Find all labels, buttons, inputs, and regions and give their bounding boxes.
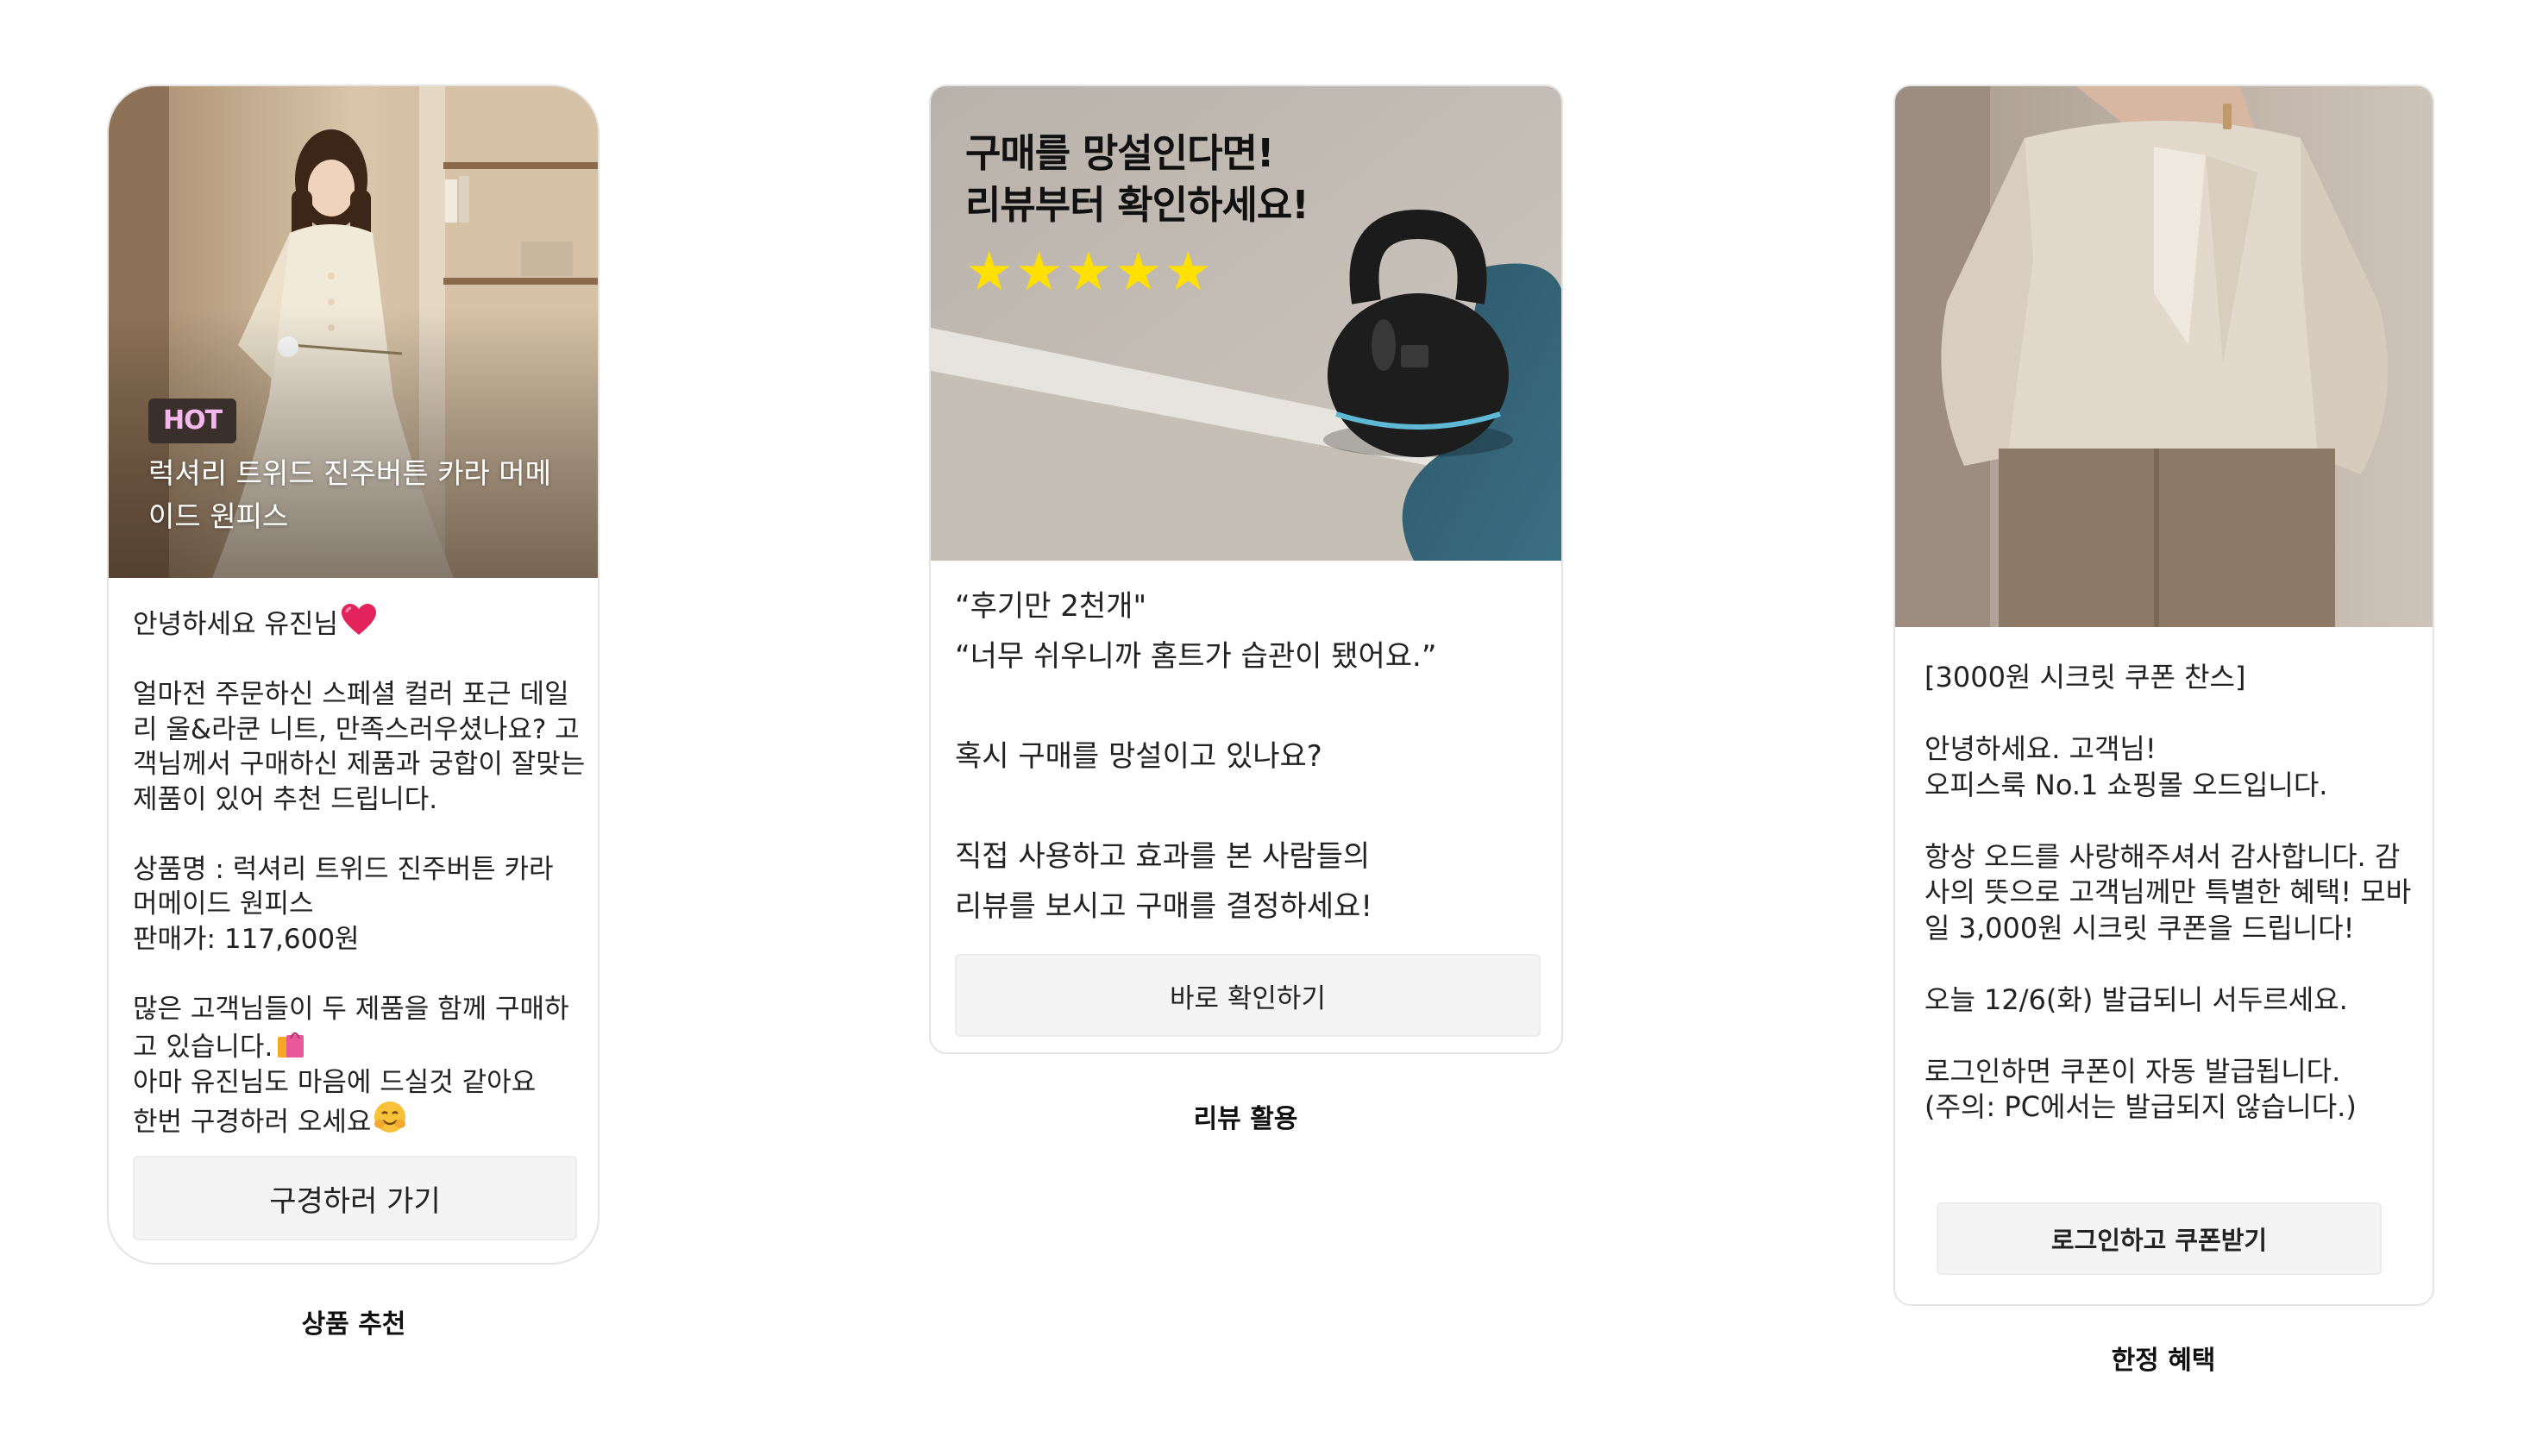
pc-notice-line: (주의: PC에서는 발급되지 않습니다.) [1924, 1090, 2357, 1123]
rating-stars-icon: ★★★★★ [965, 240, 1214, 303]
greeting-text: 안녕하세요 유진님 [133, 609, 339, 640]
auto-issue-line: 로그인하면 쿠폰이 자동 발급됩니다. [1924, 1054, 2341, 1088]
browse-button[interactable]: 구경하러 가기 [133, 1156, 577, 1240]
question-text: 혹시 구매를 망설이고 있나요? [955, 739, 1322, 774]
greeting-line: 안녕하세요. 고객님! [1924, 732, 2157, 765]
quote-habit: “너무 쉬우니까 홈트가 습관이 됐어요.” [955, 639, 1437, 674]
heart-emoji-icon [342, 604, 377, 635]
blouse-photo-icon [1895, 86, 2433, 627]
product-image-woman-dress[interactable]: HOT 럭셔리 트위드 진주버튼 카라 머메이드 원피스 [109, 86, 598, 578]
caption-limited-benefit: 한정 혜택 [2111, 1346, 2216, 1376]
thanks-paragraph: 항상 오드를 사랑해주셔서 감사합니다. 감사의 뜻으로 고객님께만 특별한 혜… [1924, 839, 2412, 945]
shop-intro-line: 오피스룩 No.1 쇼핑몰 오드입니다. [1924, 768, 2328, 801]
recommend-text: 아마 유진님도 마음에 드실것 같아요 [133, 1066, 537, 1098]
coupon-message-body: [3000원 시크릿 쿠폰 찬스] 안녕하세요. 고객님! 오피스룩 No.1 … [1924, 660, 2416, 1126]
coupon-image-blouse[interactable] [1895, 86, 2433, 627]
paragraph-purchase-followup: 얼마전 주문하신 스페셜 컬러 포근 데일리 울&라쿤 니트, 만족스러우셨나요… [133, 679, 586, 815]
caption-product-recommendation: 상품 추천 [301, 1309, 406, 1340]
quote-review-count: “후기만 2천개" [955, 589, 1147, 624]
overlay-line2: 리뷰부터 확인하세요! [965, 182, 1309, 228]
smiling-face-emoji-icon [374, 1101, 406, 1133]
visit-text: 한번 구경하러 오세요 [133, 1107, 372, 1138]
review-image-kettlebell[interactable]: 구매를 망설인다면! 리뷰부터 확인하세요! ★★★★★ [931, 86, 1561, 561]
login-get-coupon-button[interactable]: 로그인하고 쿠폰받기 [1937, 1202, 2382, 1275]
check-now-button[interactable]: 바로 확인하기 [955, 954, 1541, 1037]
product-recommendation-card: HOT 럭셔리 트위드 진주버튼 카라 머메이드 원피스 안녕하세요 유진님 얼… [107, 85, 600, 1265]
product-name-text: 상품명 : 럭셔리 트위드 진주버튼 카라 머메이드 원피스 [133, 853, 554, 920]
limited-benefit-card: [3000원 시크릿 쿠폰 찬스] 안녕하세요. 고객님! 오피스룩 No.1 … [1893, 85, 2434, 1306]
issue-date-line: 오늘 12/6(화) 발급되니 서두르세요. [1924, 982, 2348, 1016]
caption-review: 리뷰 활용 [1193, 1104, 1298, 1134]
image-product-title: 럭셔리 트위드 진주버튼 카라 머메이드 원피스 [148, 456, 551, 533]
review-line2: 리뷰를 보시고 구매를 결정하세요! [955, 889, 1372, 924]
review-card: 구매를 망설인다면! 리뷰부터 확인하세요! ★★★★★ “후기만 2천개" “… [929, 85, 1563, 1054]
message-body: 안녕하세요 유진님 얼마전 주문하신 스페셜 컬러 포근 데일리 울&라쿤 니트… [133, 602, 586, 1140]
overlay-line1: 구매를 망설인다면! [965, 130, 1274, 176]
shopping-bags-emoji-icon [278, 1032, 305, 1057]
hot-badge: HOT [148, 399, 237, 443]
review-message-body: “후기만 2천개" “너무 쉬우니까 홈트가 습관이 됐어요.” 혹시 구매를 … [955, 581, 1541, 932]
price-text: 판매가: 117,600원 [133, 923, 360, 955]
review-overlay-title: 구매를 망설인다면! 리뷰부터 확인하세요! [965, 128, 1309, 231]
bundle-text: 많은 고객님들이 두 제품을 함께 구매하고 있습니다. [133, 993, 569, 1064]
coupon-heading: [3000원 시크릿 쿠폰 찬스] [1924, 661, 2246, 693]
review-line1: 직접 사용하고 효과를 본 사람들의 [955, 839, 1371, 874]
